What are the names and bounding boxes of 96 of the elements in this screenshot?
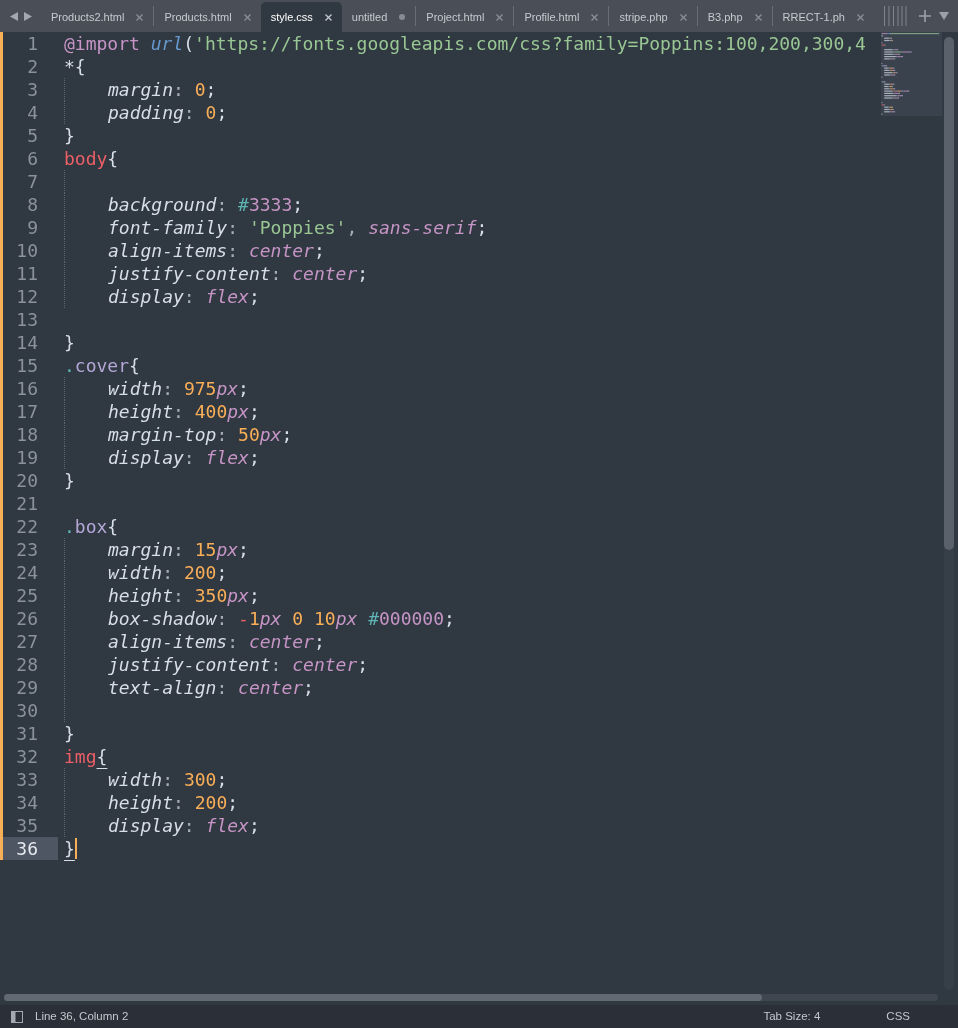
line-number: 21	[15, 492, 39, 515]
next-tab-button[interactable]	[23, 11, 32, 21]
scrollbar-thumb[interactable]	[944, 37, 954, 550]
line-number: 19	[15, 446, 39, 469]
close-icon[interactable]	[324, 13, 332, 21]
line-number: 14	[15, 331, 39, 354]
line-number: 30	[15, 699, 39, 722]
code-line: display: flex;	[108, 814, 260, 837]
line-number: 27	[15, 630, 39, 653]
line-number: 24	[15, 561, 39, 584]
code-line: box-shadow: -1px 0 10px #000000;	[108, 607, 455, 630]
code-line: *{	[64, 55, 86, 78]
right-arrow-icon	[23, 11, 32, 21]
left-arrow-icon	[9, 11, 18, 21]
code-line: body{	[64, 147, 119, 170]
line-number: 4	[26, 101, 39, 124]
sidebar-toggle-icon[interactable]	[11, 1010, 23, 1023]
line-number: 23	[15, 538, 39, 561]
horizontal-scrollbar[interactable]	[4, 994, 938, 1001]
line-number: 33	[15, 768, 39, 791]
code-line: justify-content: center;	[108, 653, 369, 676]
plus-icon	[918, 10, 931, 22]
line-number: 29	[15, 676, 39, 699]
line-number: 5	[26, 124, 39, 147]
code-line: @import url('https://fonts.googleapis.com/css?family=Poppins:100,200,300,4	[64, 32, 866, 55]
tab-size-button[interactable]: Tab Size: 4	[763, 1007, 821, 1026]
line-number: 28	[15, 653, 39, 676]
code-line: width: 300;	[108, 768, 228, 791]
editor-tab[interactable]: style.css	[260, 2, 342, 32]
code-line: }	[64, 469, 75, 492]
code-line: height: 400px;	[108, 400, 260, 423]
code-line: img{	[64, 745, 108, 768]
line-number: 25	[15, 584, 39, 607]
line-number: 17	[15, 400, 39, 423]
line-number: 32	[15, 745, 39, 768]
line-number: 3	[26, 78, 39, 101]
cursor-position: Line 36, Column 2	[35, 1008, 129, 1024]
code-line: height: 200;	[108, 791, 239, 814]
line-number: 20	[15, 469, 39, 492]
line-number: 6	[26, 147, 39, 170]
editor-tab[interactable]: Project.html	[416, 2, 514, 32]
code-line: width: 975px;	[108, 377, 249, 400]
line-number: 1	[26, 32, 39, 55]
code-line: width: 200;	[108, 561, 228, 584]
code-line: }	[64, 331, 75, 354]
line-number: 9	[26, 216, 39, 239]
previous-tab-button[interactable]	[9, 11, 18, 21]
editor-tab[interactable]: Profile.html	[514, 2, 609, 32]
editor-tab[interactable]: RRECT-1.ph	[772, 2, 874, 32]
code-line: }	[64, 722, 75, 745]
line-number: 31	[15, 722, 39, 745]
editor-tab[interactable]: Products2.html	[41, 2, 154, 32]
code-line: .box{	[64, 515, 119, 538]
code-line: align-items: center;	[108, 239, 325, 262]
minimap-drawing[interactable]	[881, 32, 942, 116]
tab-stack-icon[interactable]	[884, 6, 907, 26]
line-number: 36	[3, 837, 58, 860]
code-line: margin-top: 50px;	[108, 423, 293, 446]
code-line: text-align: center;	[108, 676, 314, 699]
editor-tab[interactable]: stripe.php	[609, 2, 697, 32]
code-line: display: flex;	[108, 446, 260, 469]
line-number: 10	[15, 239, 39, 262]
code-line: margin: 15px;	[108, 538, 249, 561]
code-line: justify-content: center;	[108, 262, 369, 285]
line-number: 13	[15, 308, 39, 331]
line-number: 11	[15, 262, 39, 285]
line-number: 16	[15, 377, 39, 400]
syntax-button[interactable]: CSS	[886, 1007, 910, 1026]
line-number: 22	[15, 515, 39, 538]
editor-tab[interactable]: B3.php	[697, 2, 772, 32]
code-line: }	[64, 837, 75, 860]
tab-list-button[interactable]	[938, 10, 949, 22]
code-line: .cover{	[64, 354, 140, 377]
line-number: 12	[15, 285, 39, 308]
line-number: 35	[15, 814, 39, 837]
code-line: font-family: 'Poppies', sans-serif;	[108, 216, 488, 239]
code-line: background: #3333;	[108, 193, 304, 216]
line-number: 7	[26, 170, 39, 193]
editor-tab[interactable]: Products.html	[154, 2, 261, 32]
caret-down-icon	[938, 12, 949, 20]
line-number: 15	[15, 354, 39, 377]
code-line: }	[64, 124, 75, 147]
code-line: padding: 0;	[108, 101, 228, 124]
new-tab-button[interactable]	[918, 9, 931, 23]
line-number: 18	[15, 423, 39, 446]
code-line: margin: 0;	[108, 78, 217, 101]
line-number: 26	[15, 607, 39, 630]
line-number: 2	[26, 55, 39, 78]
code-line: display: flex;	[108, 285, 260, 308]
editor-tab[interactable]: untitled	[341, 2, 416, 32]
code-line: height: 350px;	[108, 584, 260, 607]
scrollbar-thumb[interactable]	[4, 994, 762, 1001]
line-number: 8	[26, 193, 39, 216]
vertical-scrollbar[interactable]	[944, 37, 954, 990]
code-line: align-items: center;	[108, 630, 325, 653]
line-number: 34	[15, 791, 39, 814]
